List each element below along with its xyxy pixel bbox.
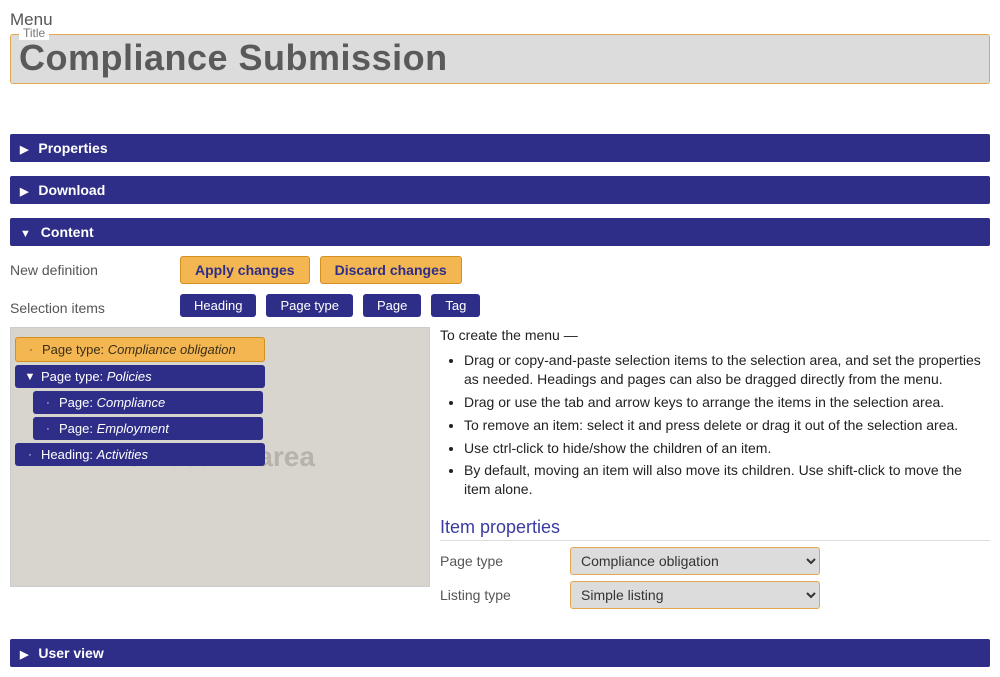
accordion-label: Download <box>38 182 105 198</box>
new-definition-label: New definition <box>10 256 180 278</box>
accordion-content[interactable]: ▼ Content <box>10 218 990 246</box>
apply-changes-button[interactable]: Apply changes <box>180 256 310 284</box>
breadcrumb: Menu <box>10 10 990 30</box>
listing-type-select[interactable]: Simple listing <box>570 581 820 609</box>
selection-item-type: Page type: <box>42 342 104 357</box>
accordion-download[interactable]: ▶ Download <box>10 176 990 204</box>
instructions: To create the menu — Drag or copy-and-pa… <box>440 327 990 615</box>
accordion-user-view[interactable]: ▶ User view <box>10 639 990 667</box>
selection-item-value: Policies <box>107 369 152 384</box>
listing-type-label: Listing type <box>440 587 570 603</box>
selection-item-type: Page type: <box>41 369 103 384</box>
bullet-icon: · <box>23 449 37 461</box>
accordion-label: Content <box>41 224 94 240</box>
pill-page-type[interactable]: Page type <box>266 294 353 317</box>
selection-item-value: Compliance <box>97 395 166 410</box>
bullet-icon: · <box>24 344 38 356</box>
instruction-item: Use ctrl-click to hide/show the children… <box>464 439 990 458</box>
instruction-item: To remove an item: select it and press d… <box>464 416 990 435</box>
instruction-item: By default, moving an item will also mov… <box>464 461 990 499</box>
pill-page[interactable]: Page <box>363 294 421 317</box>
instruction-item: Drag or copy-and-paste selection items t… <box>464 351 990 389</box>
content-panel: New definition Apply changes Discard cha… <box>10 246 990 625</box>
accordion-label: User view <box>38 645 103 661</box>
selection-item[interactable]: · Page: Compliance <box>33 391 263 414</box>
page-type-select[interactable]: Compliance obligation <box>570 547 820 575</box>
selection-area[interactable]: Selection area · Page type: Compliance o… <box>10 327 430 587</box>
caret-right-icon: ▶ <box>20 143 28 156</box>
caret-right-icon: ▶ <box>20 185 28 198</box>
selection-item[interactable]: · Page type: Compliance obligation <box>15 337 265 362</box>
accordion-label: Properties <box>38 140 107 156</box>
bullet-icon: · <box>41 397 55 409</box>
pill-tag[interactable]: Tag <box>431 294 480 317</box>
selection-item-type: Page: <box>59 395 93 410</box>
title-label: Title <box>19 26 49 40</box>
title-input[interactable] <box>19 37 981 79</box>
bullet-icon: · <box>41 423 55 435</box>
caret-down-icon[interactable]: ▼ <box>23 371 37 383</box>
instruction-item: Drag or use the tab and arrow keys to ar… <box>464 393 990 412</box>
item-properties-heading: Item properties <box>440 517 990 541</box>
title-field-wrapper: Title <box>10 34 990 84</box>
selection-item[interactable]: · Heading: Activities <box>15 443 265 466</box>
selection-item[interactable]: ▼ Page type: Policies <box>15 365 265 388</box>
discard-changes-button[interactable]: Discard changes <box>320 256 462 284</box>
selection-item-type: Page: <box>59 421 93 436</box>
instructions-intro: To create the menu — <box>440 327 990 343</box>
accordion-properties[interactable]: ▶ Properties <box>10 134 990 162</box>
selection-item-type: Heading: <box>41 447 93 462</box>
selection-item-value: Activities <box>97 447 148 462</box>
caret-right-icon: ▶ <box>20 648 28 661</box>
selection-item[interactable]: · Page: Employment <box>33 417 263 440</box>
caret-down-icon: ▼ <box>20 228 31 240</box>
page-type-label: Page type <box>440 553 570 569</box>
selection-item-value: Employment <box>97 421 169 436</box>
selection-item-value: Compliance obligation <box>108 342 236 357</box>
pill-heading[interactable]: Heading <box>180 294 256 317</box>
selection-items-label: Selection items <box>10 294 180 316</box>
